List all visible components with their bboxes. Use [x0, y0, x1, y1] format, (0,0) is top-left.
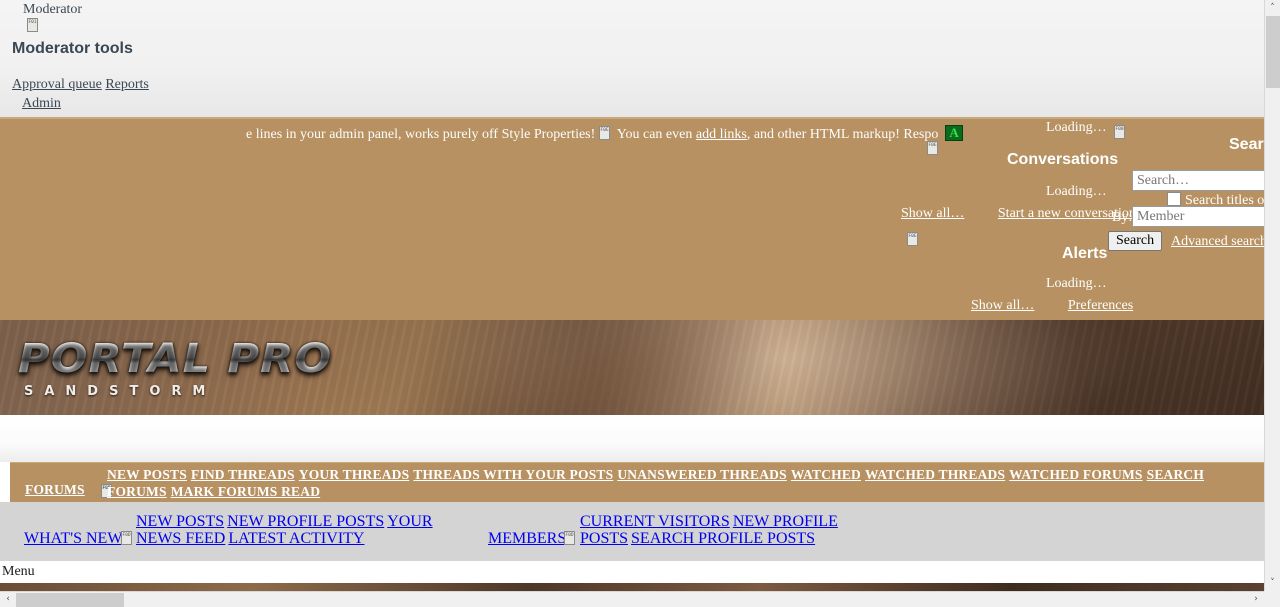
conversations-actions: Show all… Start a new conversation — [901, 206, 1136, 222]
alerts-show-all-link[interactable]: Show all… — [971, 298, 1034, 313]
nav-link-watched-threads[interactable]: WATCHED THREADS — [865, 467, 1005, 482]
logo[interactable]: PORTAL PRO SANDSTORM — [18, 338, 331, 399]
nav-link-wn-new-profile-posts[interactable]: NEW PROFILE POSTS — [227, 513, 384, 530]
horizontal-scrollbar-thumb[interactable] — [16, 593, 124, 607]
envelope-glyph-code: F0E1 — [908, 233, 917, 239]
logo-subtitle: SANDSTORM — [24, 384, 217, 399]
notice-glyph-code: F0E0 — [600, 127, 609, 133]
nav-whats-new-glyph-code: F0D7 — [122, 532, 131, 538]
nav-link-new-posts[interactable]: NEW POSTS — [107, 467, 187, 482]
menu-label[interactable]: Menu — [2, 564, 35, 580]
nav-link-current-visitors[interactable]: CURRENT VISITORS — [580, 513, 730, 530]
conversations-loading-top: Loading… — [1046, 120, 1107, 135]
scrollbar-corner — [1264, 591, 1280, 607]
home-glyph-code: F015 — [28, 19, 37, 25]
nav-members-links: CURRENT VISITORS NEW PROFILE POSTS SEARCH … — [580, 513, 920, 547]
search-titles-only-checkbox[interactable] — [1167, 192, 1181, 206]
moderator-tools-title: Moderator tools — [12, 40, 133, 57]
notice-badge: A — [945, 125, 963, 141]
nav-link-mark-forums-read[interactable]: MARK FORUMS READ — [171, 484, 320, 499]
nav-link-wn-new-posts[interactable]: NEW POSTS — [136, 513, 224, 530]
envelope-glyph-icon: F0E1 — [907, 232, 918, 246]
nav-link-watched[interactable]: WATCHED — [791, 467, 861, 482]
conversations-show-all-link[interactable]: Show all… — [901, 206, 964, 221]
scroll-up-arrow-icon[interactable]: ˄ — [1265, 0, 1280, 16]
nav-link-watched-forums[interactable]: WATCHED FORUMS — [1009, 467, 1142, 482]
horizontal-scrollbar[interactable]: ‹ › — [0, 591, 1264, 607]
scroll-right-arrow-icon[interactable]: › — [1248, 592, 1264, 607]
nav-forums-links: NEW POSTS FIND THREADS YOUR THREADS THREADS… — [107, 466, 1264, 500]
alerts-preferences-link[interactable]: Preferences — [1068, 298, 1133, 313]
search-glyph-icon: F002 — [1114, 125, 1125, 139]
notice-message: e lines in your admin panel, works purel… — [246, 125, 963, 143]
admin-line: Admin — [22, 96, 61, 112]
add-links-link[interactable]: add links — [696, 127, 747, 142]
notice-glyph-icon-2: F0E0 — [927, 141, 938, 155]
search-button[interactable]: Search — [1108, 231, 1163, 251]
home-icon[interactable]: F015 — [27, 18, 38, 32]
nav-members-glyph-code: F0D7 — [565, 532, 574, 538]
nav-forums-label[interactable]: FORUMS — [25, 482, 85, 498]
scroll-down-arrow-icon[interactable]: ˅ — [1265, 575, 1280, 591]
nav-forums-bar: FORUMS F0D7 NEW POSTSFIND THREADSYOUR TH… — [10, 462, 1264, 502]
notice-text-mid: You can even — [616, 127, 693, 142]
approval-queue-link[interactable]: Approval queue — [12, 77, 102, 92]
menu-strip — [0, 561, 1264, 583]
search-by-member-input[interactable] — [1132, 206, 1264, 227]
conversations-title: Conversations — [1007, 151, 1119, 168]
moderator-links: Approval queue Reports — [12, 77, 149, 93]
notice-text-before: e lines in your admin panel, works purel… — [246, 127, 596, 142]
advanced-search-link[interactable]: Advanced search… — [1171, 234, 1264, 250]
search-glyph-code: F002 — [1115, 126, 1124, 132]
chevron-down-icon-whats-new[interactable]: F0D7 — [121, 531, 132, 545]
vertical-scrollbar[interactable]: ˄ ˅ — [1264, 0, 1280, 591]
bottom-banner-image — [0, 583, 1264, 591]
alerts-loading: Loading… — [1046, 276, 1107, 291]
nav-link-wn-latest-activity[interactable]: LATEST ACTIVITY — [228, 530, 364, 547]
nav-link-your-threads[interactable]: YOUR THREADS — [299, 467, 410, 482]
notice-text-after: , and other HTML markup! Respo — [746, 127, 939, 142]
vertical-scrollbar-thumb[interactable] — [1266, 16, 1280, 88]
nav-link-search-profile-posts[interactable]: SEARCH PROFILE POSTS — [631, 530, 815, 547]
notice-glyph-icon: F0E0 — [598, 126, 610, 140]
conversations-loading: Loading… — [1046, 184, 1107, 199]
nav-link-unanswered-threads[interactable]: UNANSWERED THREADS — [617, 467, 787, 482]
search-by-label: By: — [1112, 210, 1133, 225]
logo-title: PORTAL PRO — [18, 336, 333, 382]
nav-link-find-threads[interactable]: FIND THREADS — [191, 467, 295, 482]
moderator-label: Moderator — [23, 2, 83, 17]
nav-whats-new-label[interactable]: WHAT'S NEW — [24, 530, 122, 548]
scroll-left-arrow-icon[interactable]: ‹ — [0, 592, 16, 607]
nav-link-threads-with-your-posts[interactable]: THREADS WITH YOUR POSTS — [413, 467, 613, 482]
search-panel-title: Search — [1229, 136, 1264, 153]
page-viewport: Moderator Moderator tools Approval queue… — [0, 0, 1264, 591]
site-logo-banner[interactable]: PORTAL PRO SANDSTORM — [0, 320, 1264, 415]
reports-link[interactable]: Reports — [105, 77, 149, 92]
admin-link[interactable]: Admin — [22, 96, 61, 111]
notice-glyph-code-2: F0E0 — [928, 142, 937, 148]
alerts-title: Alerts — [1062, 245, 1108, 262]
chevron-down-icon-members[interactable]: F0D7 — [564, 531, 575, 545]
alerts-actions: Show all… Preferences — [971, 298, 1133, 314]
nav-members-label[interactable]: MEMBERS — [488, 530, 566, 548]
home-icon-strip — [0, 415, 1264, 462]
nav-whats-new-links: NEW POSTS NEW PROFILE POSTS YOUR NEWS FEED… — [136, 513, 476, 547]
search-input[interactable] — [1132, 170, 1264, 191]
moderator-panel: Moderator Moderator tools Approval queue… — [0, 0, 1264, 117]
